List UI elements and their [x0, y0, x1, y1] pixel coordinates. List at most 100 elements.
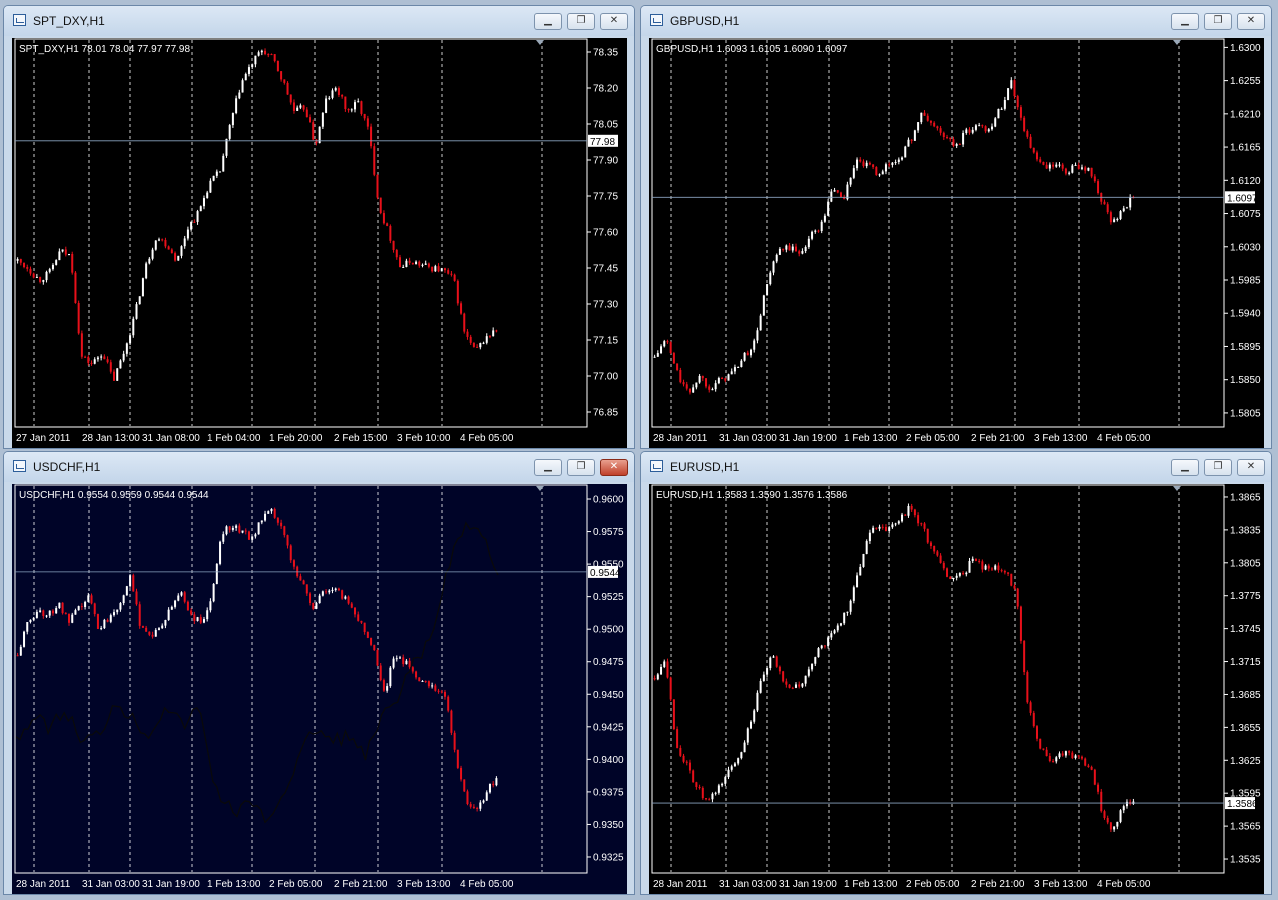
- price-chart[interactable]: 1.6300 1.6255 1.6210 1.6165 1.6120 1.6075 1.60…: [649, 38, 1264, 448]
- candle-body: [978, 125, 981, 127]
- candle-body: [836, 190, 839, 193]
- minimize-icon[interactable]: ▁: [534, 459, 562, 476]
- candle-body: [894, 162, 897, 164]
- chart-window-eurusd[interactable]: EURUSD,H1 ▁ ❐ ✕ 1.3865 1.3835 1.3805 1.3775 1.37…: [640, 451, 1272, 895]
- candle-body: [669, 342, 672, 354]
- restore-icon[interactable]: ❐: [567, 13, 595, 30]
- restore-icon[interactable]: ❐: [1204, 459, 1232, 476]
- candle-body: [666, 341, 669, 343]
- candle-body: [676, 363, 679, 370]
- candle-body: [463, 313, 466, 332]
- candle-body: [231, 113, 234, 126]
- candle-body: [1000, 108, 1003, 110]
- restore-icon[interactable]: ❐: [567, 459, 595, 476]
- candle-body: [302, 580, 305, 585]
- price-chart[interactable]: 78.35 78.20 78.05 77.90 77.75 77.60 77.45 77.30…: [12, 38, 627, 448]
- minimize-icon[interactable]: ▁: [1171, 459, 1199, 476]
- time-axis-label: 2 Feb 15:00: [334, 433, 388, 444]
- candle-body: [756, 330, 759, 341]
- candle-body: [61, 249, 64, 252]
- candle-body: [402, 657, 405, 665]
- chart-window-gbpusd[interactable]: GBPUSD,H1 ▁ ❐ ✕ 1.6300 1.6255 1.6210 1.6165 1.61…: [640, 5, 1272, 449]
- candle-body: [55, 260, 58, 265]
- candle-body: [801, 251, 804, 254]
- candle-body: [257, 52, 260, 56]
- candle-body: [1087, 765, 1090, 767]
- candle-body: [1026, 672, 1029, 703]
- candle-body: [1116, 821, 1119, 827]
- candle-body: [129, 575, 132, 587]
- candle-body: [424, 263, 427, 265]
- candle-body: [672, 353, 675, 364]
- minimize-icon[interactable]: ▁: [534, 13, 562, 30]
- candle-body: [753, 710, 756, 722]
- candle-body: [769, 657, 772, 669]
- candle-body: [29, 268, 32, 274]
- candle-body: [1093, 176, 1096, 182]
- candle-body: [257, 522, 260, 535]
- candle-body: [434, 266, 437, 272]
- price-chart[interactable]: 0.96000.95750.95500.95250.95000.94750.94…: [12, 484, 627, 894]
- candle-body: [1023, 117, 1026, 132]
- candle-body: [270, 54, 273, 56]
- candle-body: [39, 610, 42, 612]
- price-axis-label: 77.00: [593, 372, 618, 383]
- ohlc-info: SPT_DXY,H1 78.01 78.04 77.97 77.98: [19, 44, 190, 55]
- candle-body: [1122, 208, 1125, 212]
- price-axis-label: 1.3565: [1230, 822, 1261, 833]
- candle-body: [1129, 197, 1132, 208]
- price-axis-label: 78.05: [593, 120, 618, 131]
- candle-body: [235, 525, 238, 528]
- candle-body: [93, 359, 96, 364]
- title-bar[interactable]: USDCHF,H1 ▁ ❐ ✕: [4, 452, 634, 482]
- candle-body: [721, 783, 724, 786]
- minimize-icon[interactable]: ▁: [1171, 13, 1199, 30]
- candle-body: [273, 508, 276, 518]
- candle-body: [427, 263, 430, 267]
- close-icon[interactable]: ✕: [1237, 13, 1265, 30]
- candle-body: [469, 336, 472, 343]
- restore-icon[interactable]: ❐: [1204, 13, 1232, 30]
- time-axis-label: 27 Jan 2011: [16, 433, 71, 444]
- candle-body: [1052, 761, 1055, 763]
- price-axis-label: 1.3535: [1230, 855, 1261, 866]
- candle-body: [148, 258, 151, 264]
- candle-body: [45, 615, 48, 617]
- price-chart[interactable]: 1.3865 1.3835 1.3805 1.3775 1.3745 1.3715 1.36…: [649, 484, 1264, 894]
- close-icon[interactable]: ✕: [600, 459, 628, 476]
- candle-body: [113, 371, 116, 381]
- candle-body: [363, 113, 366, 119]
- candle-body: [949, 576, 952, 580]
- candle-body: [398, 657, 401, 659]
- time-axis-label: 31 Jan 19:00: [779, 879, 837, 890]
- candle-body: [456, 749, 459, 768]
- candle-body: [276, 517, 279, 523]
- candle-body: [415, 261, 418, 265]
- candle-body: [952, 139, 955, 146]
- candle-body: [405, 260, 408, 267]
- candle-body: [460, 303, 463, 314]
- candle-body: [228, 125, 231, 139]
- candle-body: [58, 602, 61, 609]
- current-price-tag: 1.3586: [1227, 799, 1258, 810]
- candle-body: [907, 139, 910, 147]
- candle-body: [814, 657, 817, 664]
- close-icon[interactable]: ✕: [1237, 459, 1265, 476]
- title-bar[interactable]: SPT_DXY,H1 ▁ ❐ ✕: [4, 6, 634, 36]
- candle-body: [701, 787, 704, 799]
- candle-body: [852, 587, 855, 601]
- candle-body: [283, 79, 286, 83]
- title-bar[interactable]: EURUSD,H1 ▁ ❐ ✕: [641, 452, 1271, 482]
- price-axis-label: 1.3865: [1230, 492, 1261, 503]
- candle-body: [264, 50, 267, 55]
- price-axis-label: 1.5850: [1230, 375, 1261, 386]
- candle-body: [962, 133, 965, 145]
- candle-body: [251, 64, 254, 68]
- chart-window-dxy[interactable]: SPT_DXY,H1 ▁ ❐ ✕ 78.35 78.20 78.05 77.90 77.75 77…: [3, 5, 635, 449]
- title-bar[interactable]: GBPUSD,H1 ▁ ❐ ✕: [641, 6, 1271, 36]
- candle-body: [119, 360, 122, 369]
- candle-body: [917, 122, 920, 131]
- close-icon[interactable]: ✕: [600, 13, 628, 30]
- candle-body: [901, 514, 904, 522]
- chart-window-usdchf[interactable]: USDCHF,H1 ▁ ❐ ✕ 0.9600 0.9575 0.9550 0.9525 0.95…: [3, 451, 635, 895]
